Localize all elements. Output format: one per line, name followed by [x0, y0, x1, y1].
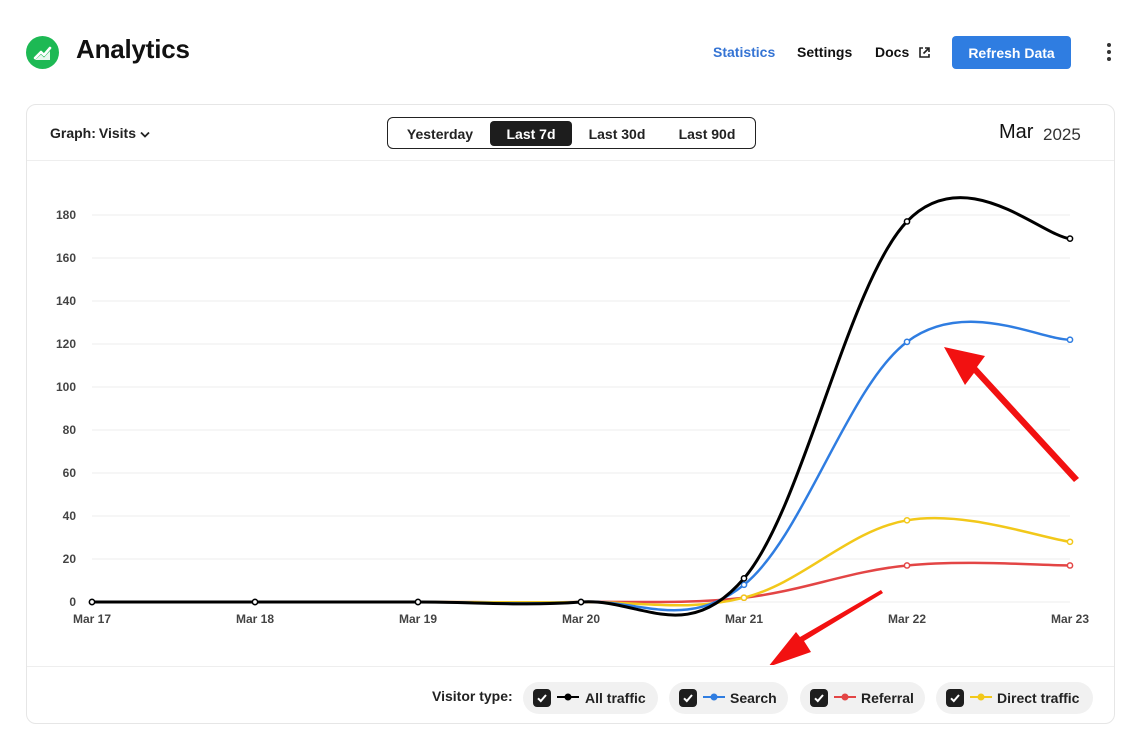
legend-chip-all-traffic[interactable]: All traffic — [523, 682, 658, 714]
legend-bar: Visitor type: All traffic Search Referra… — [27, 666, 1114, 724]
nav-statistics[interactable]: Statistics — [713, 44, 775, 60]
y-tick-label: 100 — [56, 380, 76, 394]
refresh-data-button[interactable]: Refresh Data — [952, 36, 1071, 69]
data-point — [903, 562, 911, 569]
data-point — [577, 598, 585, 606]
legend-chip-search[interactable]: Search — [669, 682, 788, 714]
data-point — [903, 218, 911, 225]
x-tick-label: Mar 23 — [1051, 612, 1089, 626]
y-tick-label: 160 — [56, 251, 76, 265]
chart-grid — [92, 214, 1070, 603]
x-tick-label: Mar 21 — [725, 612, 763, 626]
x-axis-ticks: Mar 17 Mar 18 Mar 19 Mar 20 Mar 21 Mar 22 Mar … — [73, 612, 1089, 626]
y-tick-label: 40 — [63, 509, 77, 523]
legend-label: Referral — [861, 690, 914, 706]
x-tick-label: Mar 20 — [562, 612, 600, 626]
nav-settings[interactable]: Settings — [797, 44, 852, 60]
data-point — [1066, 538, 1074, 546]
data-point — [1066, 562, 1074, 569]
app-header: Analytics Statistics Settings Docs Refre… — [0, 0, 1141, 104]
y-tick-label: 140 — [56, 294, 76, 308]
x-tick-label: Mar 18 — [236, 612, 274, 626]
annotation-arrow — [769, 590, 883, 665]
y-tick-label: 120 — [56, 337, 76, 351]
annotation-arrow — [944, 347, 1079, 482]
data-point — [903, 338, 911, 346]
checkbox-checked-icon — [946, 689, 964, 707]
app-title: Analytics — [76, 34, 190, 64]
more-options-icon[interactable] — [1100, 40, 1118, 64]
data-point — [88, 598, 96, 606]
series-direct-traffic — [88, 516, 1074, 607]
y-tick-label: 60 — [63, 466, 77, 480]
series-line — [90, 196, 1072, 617]
series-swatch-icon — [834, 693, 856, 701]
y-tick-label: 20 — [63, 552, 77, 566]
data-point — [1066, 235, 1074, 242]
checkbox-checked-icon — [533, 689, 551, 707]
data-point — [740, 581, 748, 589]
series-search — [88, 320, 1074, 612]
x-tick-label: Mar 22 — [888, 612, 926, 626]
visitor-type-label: Visitor type: — [432, 688, 513, 704]
x-tick-label: Mar 19 — [399, 612, 437, 626]
series-all-traffic — [88, 196, 1074, 617]
series-swatch-icon — [557, 693, 579, 701]
data-point — [1066, 336, 1074, 344]
nav-docs[interactable]: Docs — [875, 44, 909, 60]
series-line — [90, 320, 1072, 612]
data-point — [903, 516, 911, 524]
data-point — [740, 575, 748, 582]
series-line — [90, 516, 1072, 607]
analytics-card: Graph: Visits Yesterday Last 7d Last 30d … — [26, 104, 1115, 724]
chart-series — [88, 196, 1074, 617]
data-point — [414, 598, 422, 606]
y-tick-label: 0 — [69, 595, 76, 609]
legend-label: Direct traffic — [997, 690, 1080, 706]
series-line — [90, 561, 1072, 604]
visits-line-chart: 020406080100120140160180 Mar 17 Mar 18 Mar… — [56, 196, 1089, 665]
legend-chip-direct-traffic[interactable]: Direct traffic — [936, 682, 1093, 714]
chart-logo-icon — [26, 36, 59, 69]
y-tick-label: 80 — [63, 423, 77, 437]
series-referral — [88, 561, 1074, 606]
data-point — [251, 598, 259, 606]
checkbox-checked-icon — [679, 689, 697, 707]
legend-label: Search — [730, 690, 777, 706]
checkbox-checked-icon — [810, 689, 828, 707]
x-tick-label: Mar 17 — [73, 612, 111, 626]
series-swatch-icon — [970, 693, 992, 701]
data-point — [740, 594, 748, 602]
y-axis-ticks: 0 20 40 60 80 100 120 140 160 180 — [56, 208, 76, 609]
legend-chip-referral[interactable]: Referral — [800, 682, 925, 714]
legend-label: All traffic — [585, 690, 646, 706]
series-swatch-icon — [703, 693, 725, 701]
y-tick-label: 180 — [56, 208, 76, 222]
external-link-icon[interactable] — [918, 46, 931, 59]
